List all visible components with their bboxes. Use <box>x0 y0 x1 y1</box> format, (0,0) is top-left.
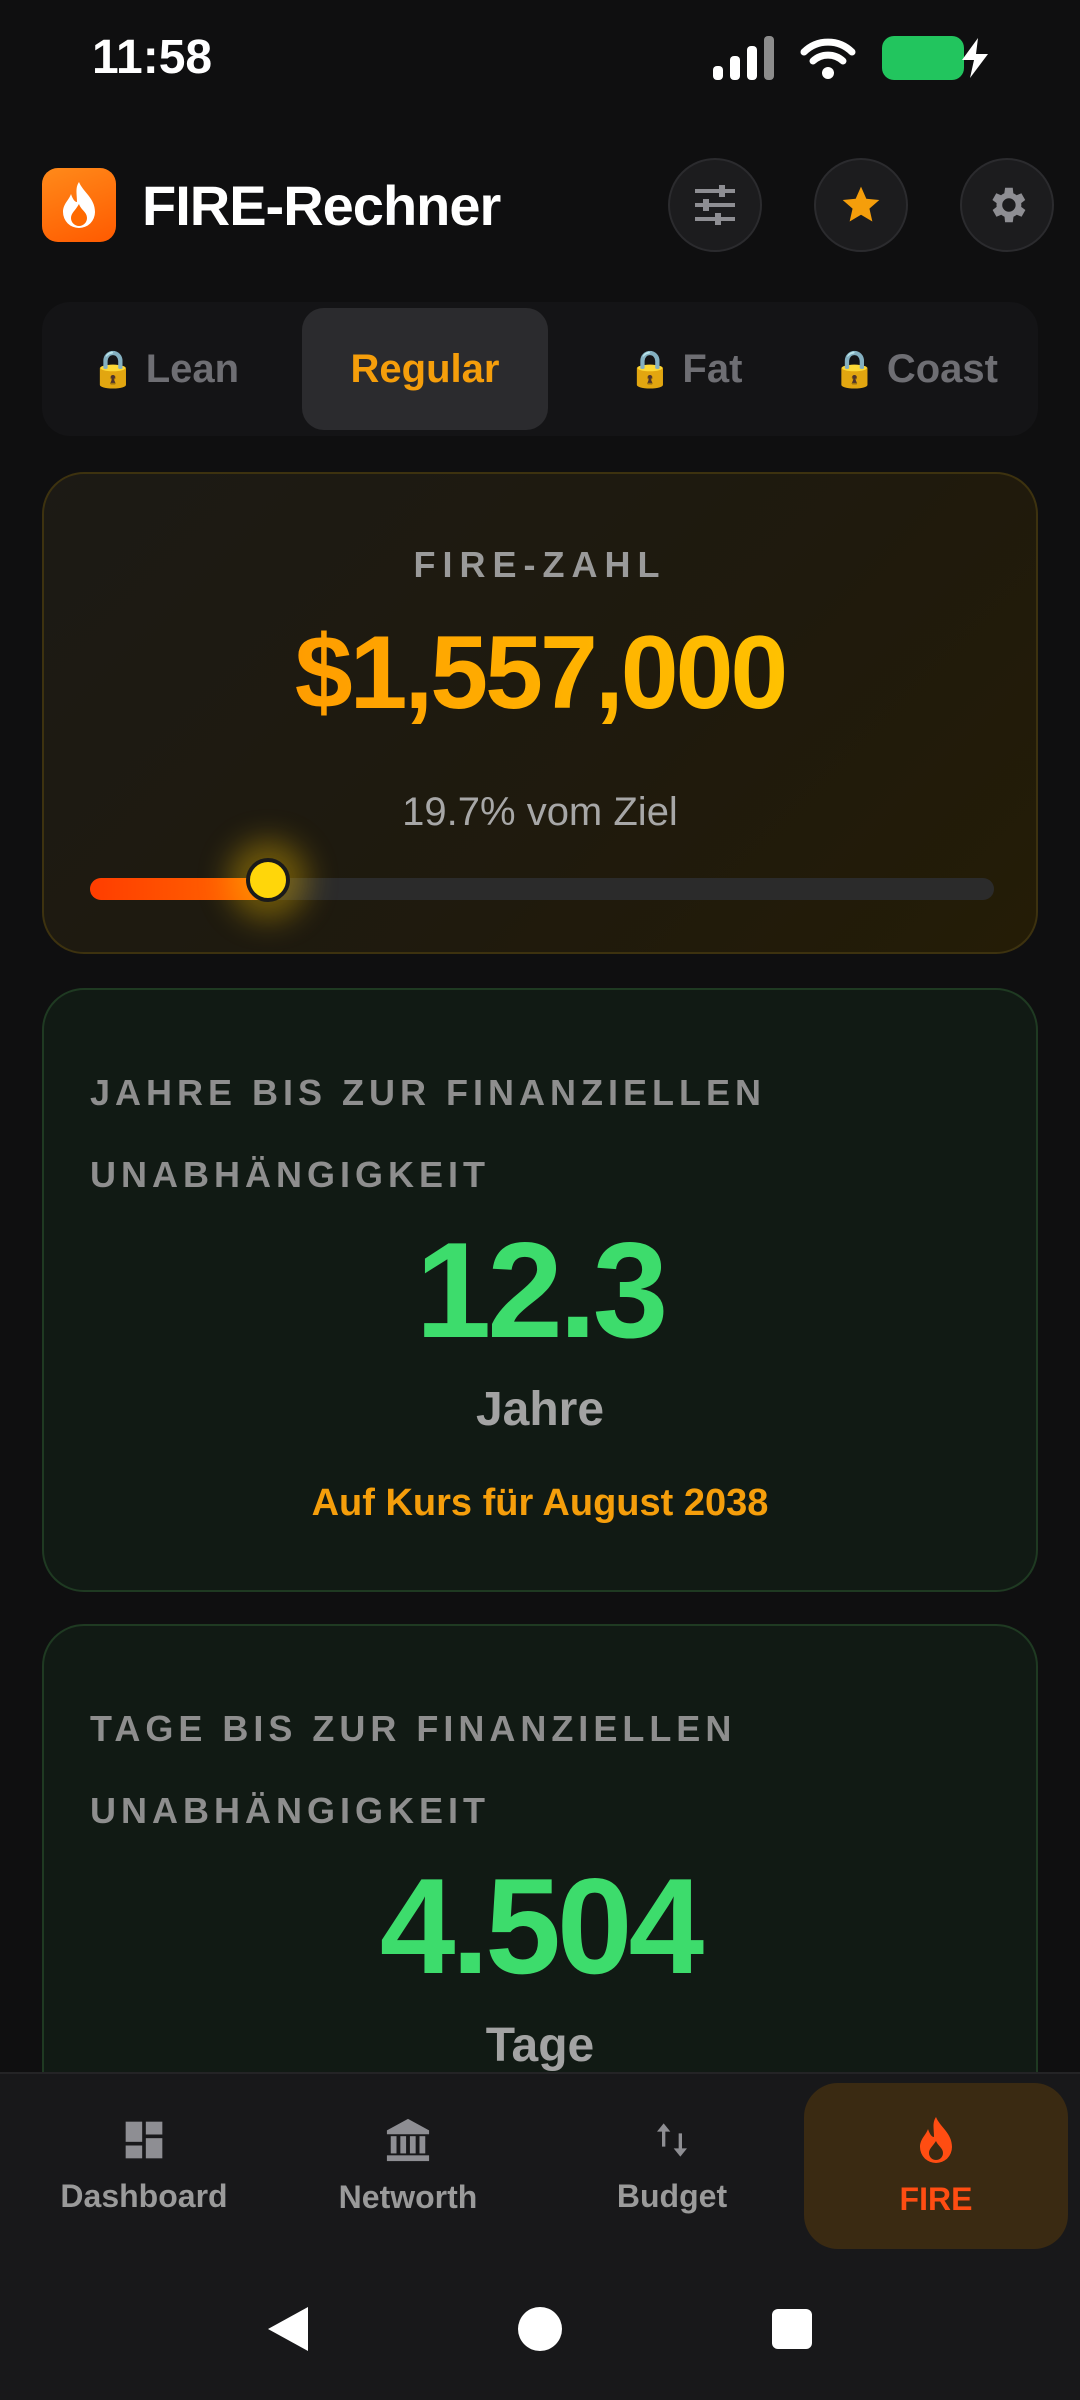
nav-dashboard[interactable]: Dashboard <box>12 2083 276 2249</box>
cellular-signal-icon <box>713 36 774 80</box>
recent-apps-icon[interactable] <box>772 2309 812 2349</box>
battery-charging-icon <box>882 36 992 80</box>
years-label: JAHRE BIS ZUR FINANZIELLEN UNABHÄNGIGKEI… <box>90 1072 767 1195</box>
fire-calculator-screen: 11:58 FIRE-Rechner 🔒 Lean Regular 🔒 Fat … <box>0 0 1080 2400</box>
system-navigation-bar <box>0 2258 1080 2400</box>
days-label: TAGE BIS ZUR FINANZIELLEN UNABHÄNGIGKEIT <box>90 1708 737 1831</box>
nav-networth[interactable]: Networth <box>276 2083 540 2249</box>
star-icon <box>842 186 880 222</box>
tab-label: Fat <box>682 346 743 391</box>
filter-settings-button[interactable] <box>668 158 762 252</box>
header-actions <box>668 158 1054 252</box>
status-bar: 11:58 <box>0 0 1080 120</box>
years-to-fi-card: JAHRE BIS ZUR FINANZIELLEN UNABHÄNGIGKEI… <box>42 988 1038 1592</box>
back-icon[interactable] <box>268 2307 308 2351</box>
tab-regular[interactable]: Regular <box>302 308 548 430</box>
years-unit: Jahre <box>475 1383 605 1436</box>
progress-fill <box>90 878 269 900</box>
gear-icon <box>992 187 1026 223</box>
nav-label: Dashboard <box>60 2177 228 2214</box>
fire-number-amount: $1,557,000 <box>44 614 1036 733</box>
days-to-fi-card: TAGE BIS ZUR FINANZIELLEN UNABHÄNGIGKEIT… <box>42 1624 1038 2084</box>
wifi-icon <box>800 38 856 79</box>
nav-label: FIRE <box>899 2180 973 2217</box>
favorite-button[interactable] <box>814 158 908 252</box>
lock-icon: 🔒 <box>90 348 136 389</box>
status-time: 11:58 <box>92 31 213 84</box>
fire-number-card: FIRE-ZAHL $1,557,000 19.7% vom Ziel <box>42 472 1038 954</box>
lock-icon: 🔒 <box>627 348 673 389</box>
tab-label: Lean <box>145 346 240 391</box>
app-title: FIRE-Rechner <box>142 173 501 237</box>
nav-budget[interactable]: Budget <box>540 2083 804 2249</box>
transfer-arrows-icon <box>657 2122 687 2157</box>
flame-icon <box>42 168 116 242</box>
tab-fat[interactable]: 🔒 Fat <box>570 308 800 430</box>
tab-coast[interactable]: 🔒 Coast <box>800 308 1030 430</box>
sliders-icon <box>695 185 735 225</box>
flame-icon <box>920 2116 952 2163</box>
fire-type-tabs: 🔒 Lean Regular 🔒 Fat 🔒 Coast <box>42 302 1038 436</box>
tab-label: Regular <box>350 346 500 391</box>
dashboard-icon <box>125 2121 163 2158</box>
tab-lean[interactable]: 🔒 Lean <box>50 308 280 430</box>
days-value: 4.504 <box>379 1850 704 2002</box>
settings-button[interactable] <box>960 158 1054 252</box>
nav-fire[interactable]: FIRE <box>804 2083 1068 2249</box>
progress-knob <box>246 858 291 902</box>
lock-icon: 🔒 <box>832 348 877 389</box>
home-icon[interactable] <box>518 2307 562 2351</box>
bank-icon <box>386 2118 430 2161</box>
progress-text: 19.7% vom Ziel <box>402 790 678 834</box>
progress-bar <box>90 858 994 902</box>
years-value: 12.3 <box>415 1214 669 1366</box>
on-track-note: Auf Kurs für August 2038 <box>311 1482 769 1524</box>
days-unit: Tage <box>485 2019 595 2072</box>
fire-number-label: FIRE-ZAHL <box>413 544 667 585</box>
tab-label: Coast <box>886 346 998 391</box>
app-header: FIRE-Rechner <box>42 158 1054 252</box>
nav-label: Budget <box>616 2177 728 2214</box>
bottom-navigation: Dashboard Networth Budget FIRE <box>0 2072 1080 2258</box>
nav-label: Networth <box>338 2178 478 2215</box>
status-icons <box>713 36 992 80</box>
